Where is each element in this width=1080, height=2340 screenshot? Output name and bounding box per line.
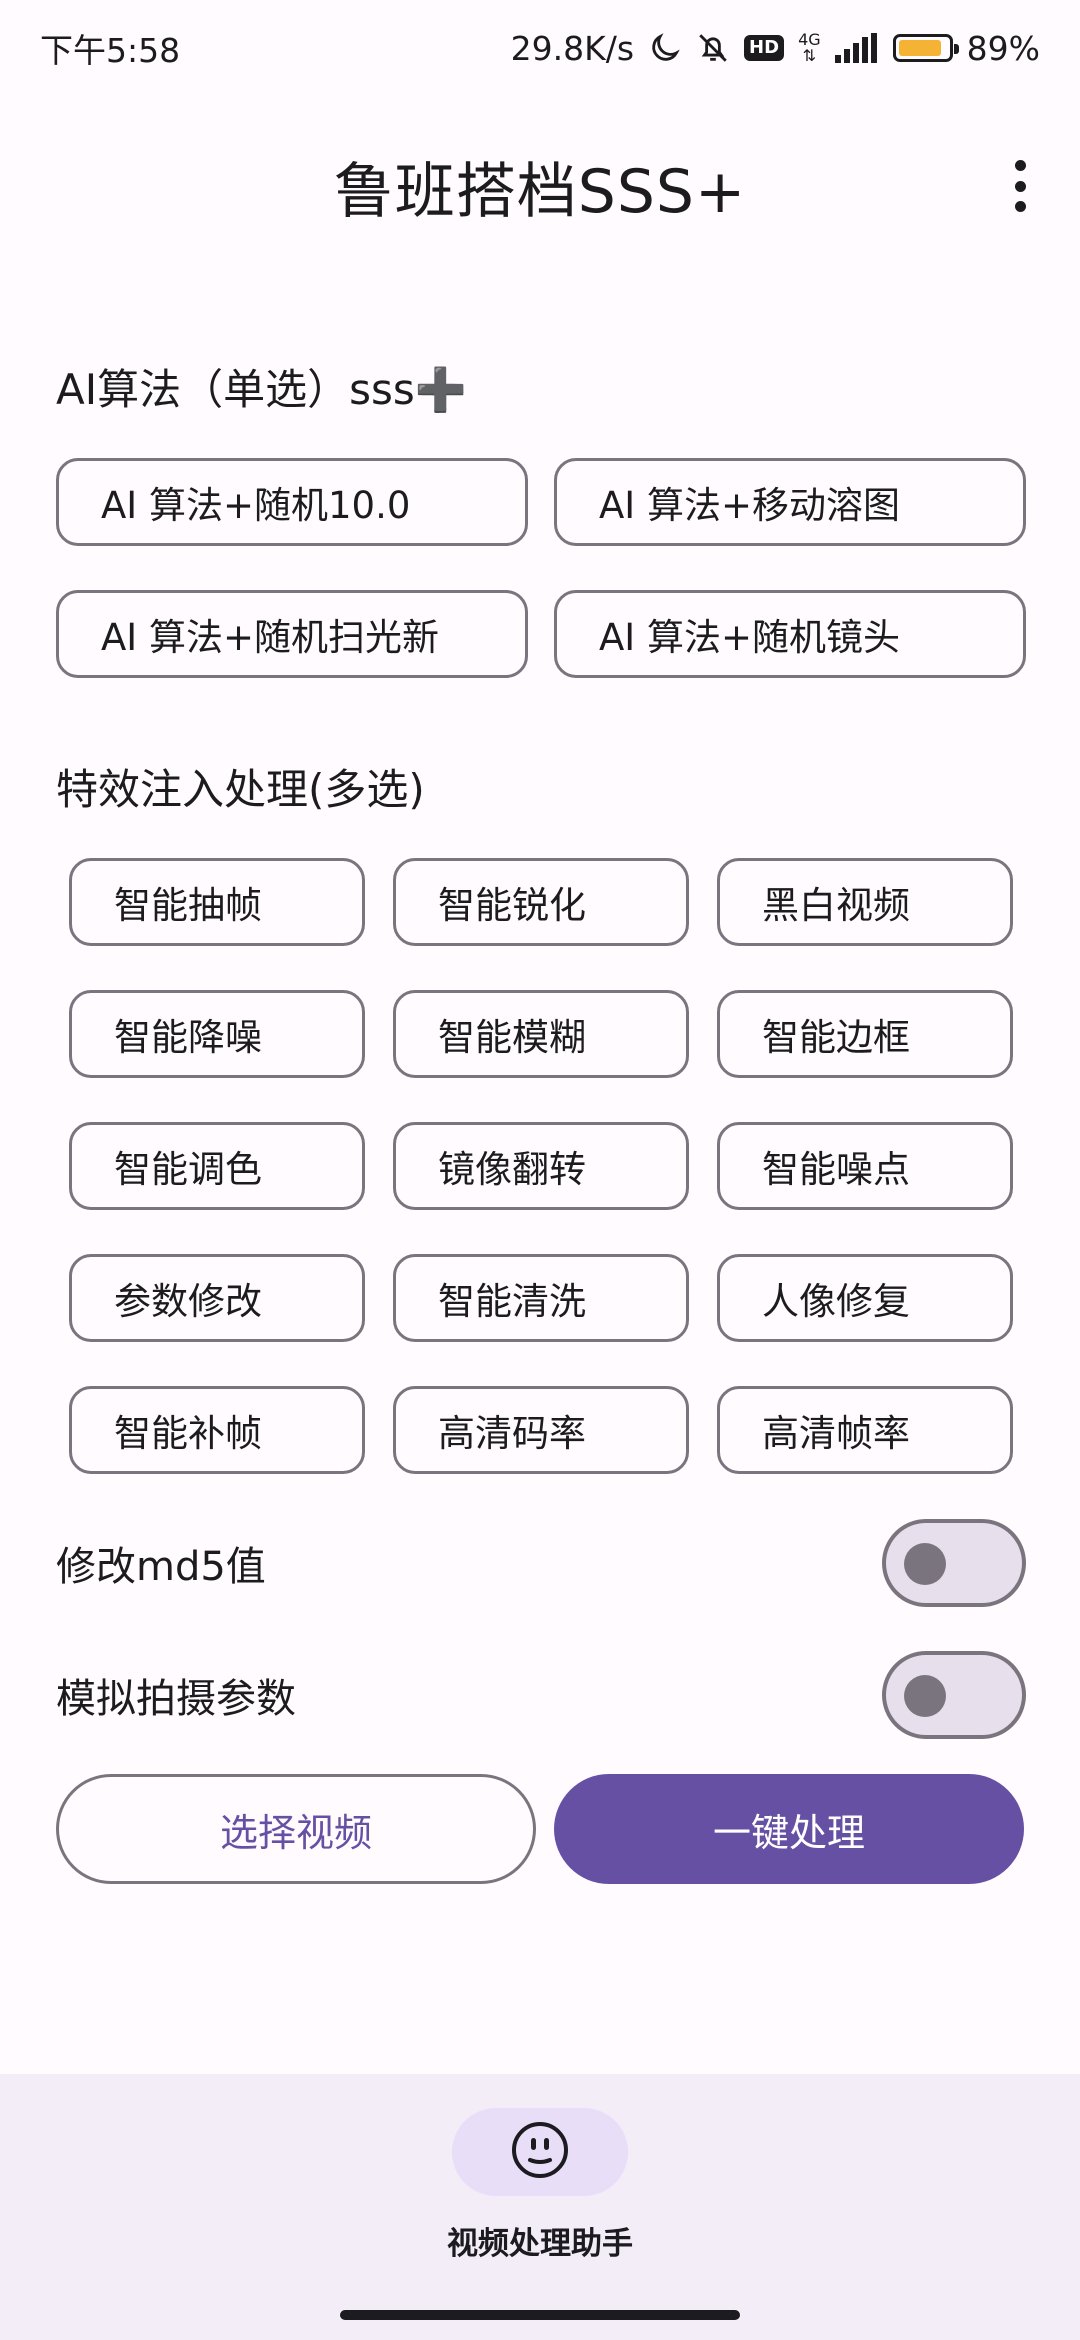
ai-option-random-scan[interactable]: AI 算法+随机扫光新 bbox=[56, 590, 528, 678]
nav-indicator bbox=[452, 2108, 628, 2196]
status-time: 下午5:58 bbox=[40, 31, 181, 70]
fx-option-frame-drop[interactable]: 智能抽帧 bbox=[69, 858, 365, 946]
app-title: 鲁班搭档SSS+ bbox=[333, 156, 747, 227]
fx-option-param-edit[interactable]: 参数修改 bbox=[69, 1254, 365, 1342]
app-bar: 鲁班搭档SSS+ bbox=[0, 96, 1080, 276]
signal-icon bbox=[834, 33, 879, 63]
network-type: 4G ⇅ bbox=[798, 32, 821, 64]
select-video-button[interactable]: 选择视频 bbox=[56, 1774, 536, 1884]
md5-switch-label: 修改md5值 bbox=[56, 1544, 266, 1590]
fx-option-border[interactable]: 智能边框 bbox=[717, 990, 1013, 1078]
fx-option-hd-framerate[interactable]: 高清帧率 bbox=[717, 1386, 1013, 1474]
screen: 下午5:58 29.8K/s HD 4G ⇅ 89% 鲁班搭档SSS+ AI算法… bbox=[0, 0, 1080, 2340]
smiley-face-icon bbox=[510, 2120, 570, 2184]
process-button[interactable]: 一键处理 bbox=[554, 1774, 1024, 1884]
md5-switch-thumb bbox=[904, 1543, 946, 1585]
data-arrows-icon: ⇅ bbox=[802, 46, 817, 65]
menu-dot bbox=[1014, 201, 1026, 212]
fx-section-title: 特效注入处理(多选) bbox=[56, 765, 425, 814]
bell-off-icon bbox=[696, 31, 730, 65]
ai-option-random-lens[interactable]: AI 算法+随机镜头 bbox=[554, 590, 1026, 678]
fx-option-black-white[interactable]: 黑白视频 bbox=[717, 858, 1013, 946]
camera-switch-row: 模拟拍摄参数 bbox=[56, 1650, 1026, 1740]
ai-section-title: AI算法（单选）sss➕ bbox=[56, 365, 468, 414]
net-speed: 29.8K/s bbox=[510, 28, 635, 68]
fx-option-frame-interp[interactable]: 智能补帧 bbox=[69, 1386, 365, 1474]
nav-label: 视频处理助手 bbox=[447, 2226, 633, 2262]
battery-icon bbox=[892, 34, 959, 62]
hd-badge: HD bbox=[744, 35, 785, 61]
fx-option-portrait-repair[interactable]: 人像修复 bbox=[717, 1254, 1013, 1342]
ai-option-random-10[interactable]: AI 算法+随机10.0 bbox=[56, 458, 528, 546]
status-icons: 29.8K/s HD 4G ⇅ 89% bbox=[511, 29, 1040, 68]
menu-dot bbox=[1014, 160, 1026, 171]
md5-switch-row: 修改md5值 bbox=[56, 1518, 1026, 1608]
fx-option-blur[interactable]: 智能模糊 bbox=[393, 990, 689, 1078]
camera-params-switch[interactable] bbox=[882, 1651, 1026, 1739]
fx-option-clean[interactable]: 智能清洗 bbox=[393, 1254, 689, 1342]
battery-fill bbox=[898, 40, 942, 56]
moon-icon bbox=[648, 31, 682, 65]
fx-option-noise[interactable]: 智能噪点 bbox=[717, 1122, 1013, 1210]
nav-item-video-assistant[interactable]: 视频处理助手 bbox=[0, 2108, 1080, 2263]
fx-option-hd-bitrate[interactable]: 高清码率 bbox=[393, 1386, 689, 1474]
fx-option-color-grade[interactable]: 智能调色 bbox=[69, 1122, 365, 1210]
fx-option-mirror-flip[interactable]: 镜像翻转 bbox=[393, 1122, 689, 1210]
fx-option-denoise[interactable]: 智能降噪 bbox=[69, 990, 365, 1078]
more-options-icon[interactable] bbox=[1000, 156, 1040, 216]
bottom-nav: 视频处理助手 bbox=[0, 2074, 1080, 2340]
status-bar: 下午5:58 29.8K/s HD 4G ⇅ 89% bbox=[0, 0, 1080, 96]
camera-switch-thumb bbox=[904, 1675, 946, 1717]
camera-switch-label: 模拟拍摄参数 bbox=[56, 1676, 296, 1722]
battery-percent: 89% bbox=[966, 28, 1040, 68]
md5-switch[interactable] bbox=[882, 1519, 1026, 1607]
menu-dot bbox=[1014, 180, 1026, 192]
ai-option-motion-blend[interactable]: AI 算法+移动溶图 bbox=[554, 458, 1026, 546]
fx-option-sharpen[interactable]: 智能锐化 bbox=[393, 858, 689, 946]
gesture-bar[interactable] bbox=[340, 2310, 740, 2320]
